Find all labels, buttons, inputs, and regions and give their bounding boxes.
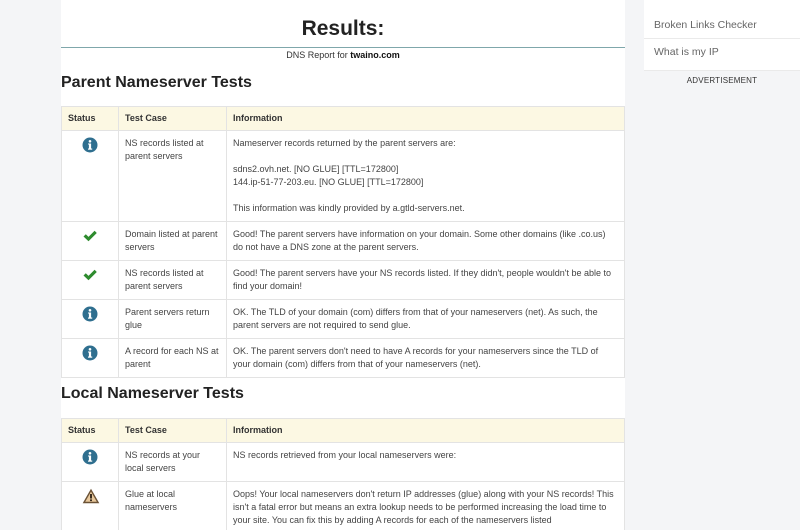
info-circle-icon [82, 137, 98, 153]
title-divider [61, 47, 625, 48]
table-row: NS records listed at parent servers Good!… [61, 260, 625, 300]
info-text-block: sdns2.ovh.net. [NO GLUE] [TTL=172800] 144… [233, 163, 618, 189]
information-cell: NS records retrieved from your local nam… [226, 442, 625, 482]
test-case-cell: Glue at local nameservers [118, 481, 227, 530]
test-case-cell: NS records at your local servers [118, 442, 227, 482]
table-row: Glue at local nameservers Oops! Your loca… [61, 481, 625, 530]
info-circle-icon [82, 449, 98, 465]
local-tests-table: Status Test Case Information NS records at … [61, 418, 625, 530]
column-header: Status [61, 418, 119, 443]
information-cell: Good! The parent servers have informatio… [226, 221, 625, 261]
check-mark-icon [82, 228, 98, 244]
report-subtitle: DNS Report for twaino.com [61, 50, 625, 60]
information-cell: Oops! Your local nameservers don't retur… [226, 481, 625, 530]
table-header-row: Status Test Case Information [61, 418, 625, 443]
info-text: OK. The TLD of your domain (com) differs… [233, 307, 598, 330]
status-cell [61, 260, 119, 300]
advertisement-label: ADVERTISEMENT [686, 76, 758, 85]
info-text: OK. The parent servers don't need to hav… [233, 346, 599, 369]
report-prefix: DNS Report for [286, 50, 351, 60]
column-header: Test Case [118, 106, 227, 131]
info-text: Good! The parent servers have your NS re… [233, 268, 611, 291]
information-cell: Nameserver records returned by the paren… [226, 130, 625, 222]
column-header: Information [226, 418, 625, 443]
info-text: Oops! Your local nameservers don't retur… [233, 489, 614, 525]
table-row: A record for each NS at parent OK. The pa… [61, 338, 625, 378]
local-section-title: Local Nameserver Tests [61, 385, 244, 402]
report-domain: twaino.com [350, 50, 400, 60]
test-case-cell: A record for each NS at parent [118, 338, 227, 378]
check-mark-icon [82, 267, 98, 283]
warning-triangle-icon [82, 488, 100, 504]
table-row: NS records at your local servers NS recor… [61, 442, 625, 482]
test-case-cell: Domain listed at parent servers [118, 221, 227, 261]
status-cell [61, 221, 119, 261]
information-cell: OK. The TLD of your domain (com) differs… [226, 299, 625, 339]
status-cell [61, 442, 119, 482]
information-cell: Good! The parent servers have your NS re… [226, 260, 625, 300]
info-text: Good! The parent servers have informatio… [233, 229, 606, 252]
parent-tests-table: Status Test Case Information NS records lis… [61, 106, 625, 378]
status-cell [61, 130, 119, 222]
table-row: Parent servers return glue OK. The TLD of… [61, 299, 625, 339]
parent-section-title: Parent Nameserver Tests [61, 74, 252, 91]
table-row: NS records listed at parent servers Names… [61, 130, 625, 222]
info-text: Nameserver records returned by the paren… [233, 138, 456, 148]
status-cell [61, 338, 119, 378]
information-cell: OK. The parent servers don't need to hav… [226, 338, 625, 378]
sidebar-item-broken-links-checker[interactable]: Broken Links Checker [644, 0, 800, 39]
info-text: NS records retrieved from your local nam… [233, 450, 457, 460]
sidebar: Broken Links Checker What is my IP [644, 0, 800, 71]
test-case-cell: Parent servers return glue [118, 299, 227, 339]
info-text: This information was kindly provided by … [233, 203, 465, 213]
table-header-row: Status Test Case Information [61, 106, 625, 131]
column-header: Status [61, 106, 119, 131]
status-cell [61, 481, 119, 530]
nameserver-record: sdns2.ovh.net. [NO GLUE] [TTL=172800] [233, 164, 399, 174]
column-header: Information [226, 106, 625, 131]
page-title: Results: [301, 17, 385, 40]
test-case-cell: NS records listed at parent servers [118, 130, 227, 222]
nameserver-record: 144.ip-51-77-203.eu. [NO GLUE] [TTL=1728… [233, 177, 424, 187]
info-circle-icon [82, 345, 98, 361]
test-case-cell: NS records listed at parent servers [118, 260, 227, 300]
info-circle-icon [82, 306, 98, 322]
table-row: Domain listed at parent servers Good! The… [61, 221, 625, 261]
status-cell [61, 299, 119, 339]
results-panel: Results: DNS Report for twaino.com Paren… [61, 0, 625, 530]
sidebar-item-what-is-my-ip[interactable]: What is my IP [644, 39, 800, 71]
column-header: Test Case [118, 418, 227, 443]
